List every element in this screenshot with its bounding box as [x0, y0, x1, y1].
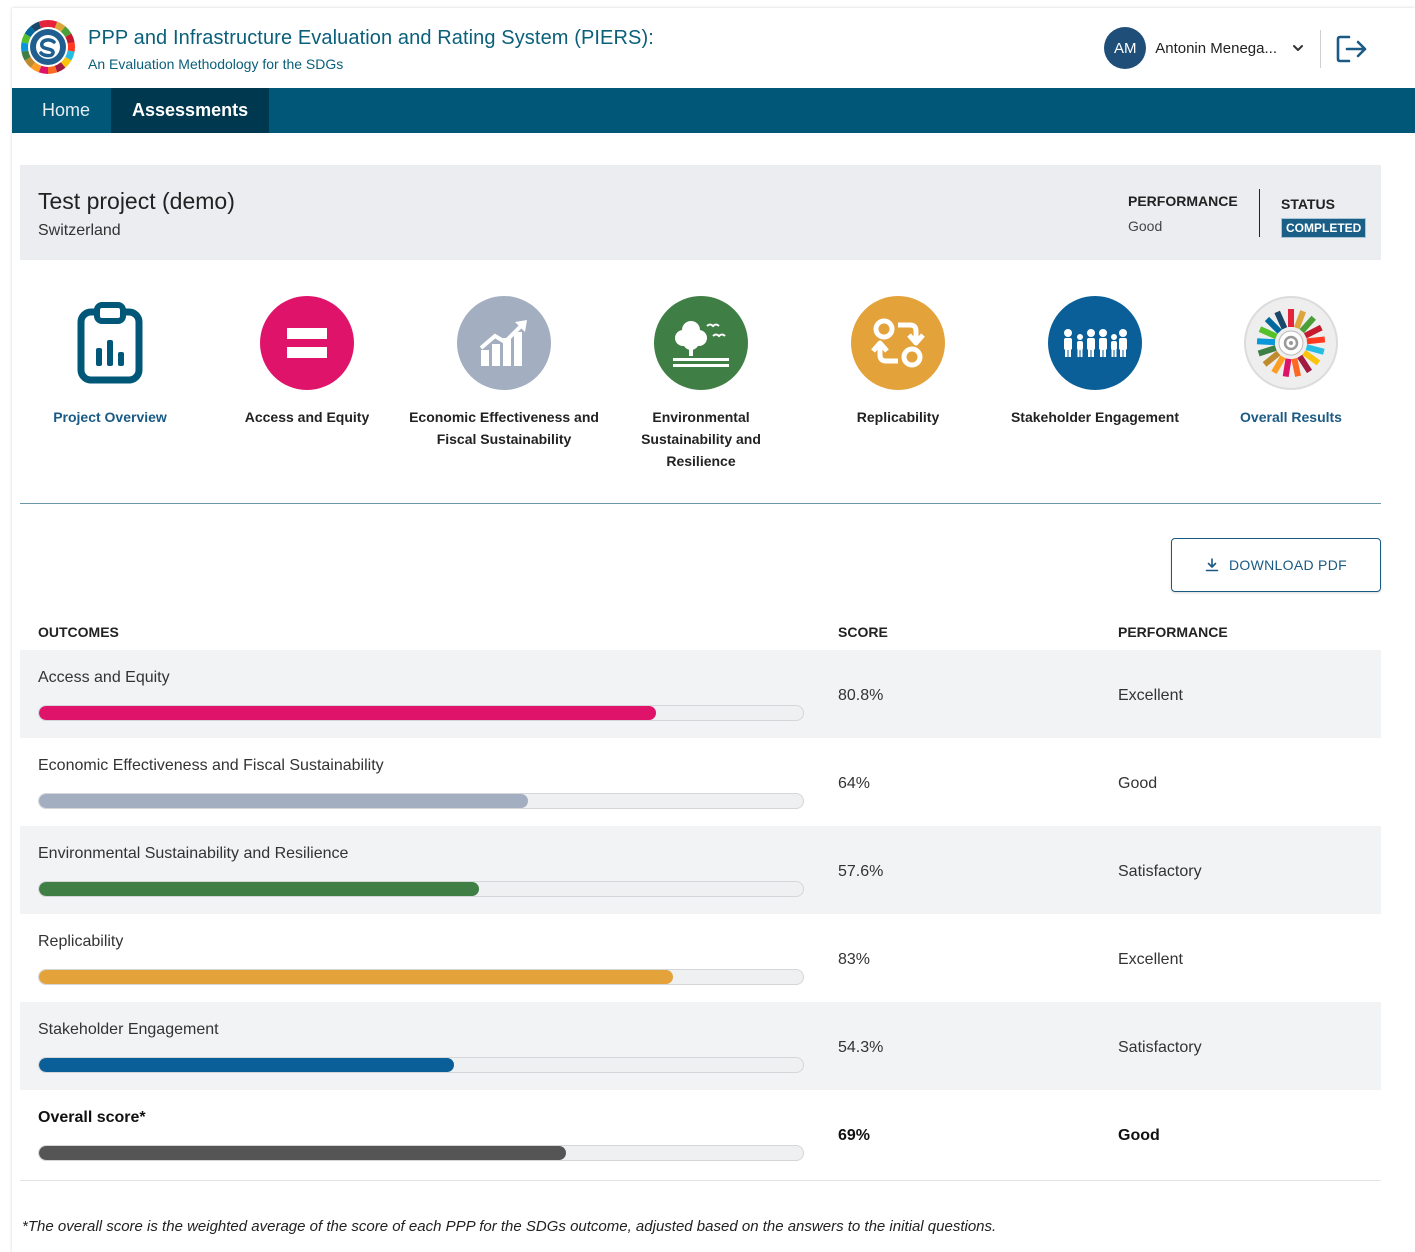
outcome-performance: Satisfactory [1118, 1039, 1202, 1056]
replicate-arrows-icon[interactable] [851, 296, 945, 390]
project-banner: Test project (demo) Switzerland PERFORMA… [20, 165, 1381, 260]
banner-divider [1259, 189, 1260, 237]
app-subtitle: An Evaluation Methodology for the SDGs [88, 56, 344, 72]
nav-assessments[interactable]: Assessments [111, 88, 270, 133]
progress-track [38, 793, 804, 809]
performance-value: Good [1128, 218, 1163, 234]
category-label[interactable]: Environmental Sustainability and Resilie… [606, 406, 796, 472]
growth-chart-icon[interactable] [457, 296, 551, 390]
user-menu[interactable]: AM Antonin Menega... [1104, 27, 1305, 69]
table-row: Stakeholder Engagement 54.3% Satisfactor… [20, 1002, 1381, 1090]
equal-sign-icon[interactable] [260, 296, 354, 390]
table-bottom-divider [20, 1180, 1381, 1181]
table-row: Economic Effectiveness and Fiscal Sustai… [20, 738, 1381, 826]
outcome-name: Stakeholder Engagement [38, 1021, 219, 1038]
piers-logo-icon[interactable] [20, 19, 76, 75]
logout-icon[interactable] [1335, 34, 1369, 64]
header-divider [1320, 30, 1321, 68]
progress-track [38, 1057, 804, 1073]
outcome-score: 80.8% [838, 687, 884, 704]
performance-label: PERFORMANCE [1128, 193, 1238, 209]
progress-track [38, 969, 804, 985]
download-label[interactable]: DOWNLOAD PDF [1229, 557, 1347, 573]
download-icon [1205, 558, 1219, 572]
outcome-name: Access and Equity [38, 669, 170, 686]
app-title: PPP and Infrastructure Evaluation and Ra… [88, 27, 654, 49]
outcome-score: 57.6% [838, 863, 884, 880]
performance-header: PERFORMANCE [1118, 624, 1228, 640]
people-group-icon[interactable] [1048, 296, 1142, 390]
sdg-wheel-icon[interactable] [1244, 296, 1338, 390]
download-pdf-button[interactable]: DOWNLOAD PDF [1171, 538, 1381, 592]
progress-fill [39, 882, 480, 896]
footnote: *The overall score is the weighted avera… [22, 1218, 997, 1235]
app-header: PPP and Infrastructure Evaluation and Ra… [12, 8, 1415, 88]
category-label[interactable]: Access and Equity [212, 406, 402, 428]
outcome-performance: Excellent [1118, 687, 1183, 704]
category-overall-results[interactable]: Overall Results [1196, 296, 1386, 428]
outcome-performance: Good [1118, 775, 1158, 792]
progress-fill [39, 794, 528, 808]
progress-track [38, 881, 804, 897]
outcomes-header: OUTCOMES [38, 624, 119, 640]
overall-performance: Good [1118, 1127, 1160, 1144]
avatar[interactable]: AM [1104, 27, 1147, 69]
category-economic[interactable]: Economic Effectiveness and Fiscal Sustai… [409, 296, 599, 450]
tree-birds-icon[interactable] [654, 296, 748, 390]
score-header: SCORE [838, 624, 888, 640]
outcome-score: 64% [838, 775, 871, 792]
chevron-down-icon[interactable] [1291, 41, 1305, 55]
overall-score-label: Overall score* [38, 1109, 146, 1126]
outcome-performance: Satisfactory [1118, 863, 1202, 880]
section-divider [20, 503, 1381, 504]
outcome-name: Environmental Sustainability and Resilie… [38, 845, 349, 862]
progress-fill [39, 970, 674, 984]
outcome-name: Replicability [38, 933, 124, 950]
table-row: Environmental Sustainability and Resilie… [20, 826, 1381, 914]
table-row: Access and Equity 80.8% Excellent [20, 650, 1381, 738]
outcome-score: 54.3% [838, 1039, 884, 1056]
clipboard-chart-icon[interactable] [63, 296, 157, 390]
project-country: Switzerland [38, 222, 121, 239]
table-row: Replicability 83% Excellent [20, 914, 1381, 1002]
progress-track [38, 705, 804, 721]
progress-fill [39, 1146, 567, 1160]
status-label: STATUS [1281, 196, 1335, 212]
progress-fill [39, 1058, 454, 1072]
nav-home[interactable]: Home [12, 88, 111, 133]
overall-score-value: 69% [838, 1127, 871, 1144]
outcome-name: Economic Effectiveness and Fiscal Sustai… [38, 757, 384, 774]
progress-track [38, 1145, 804, 1161]
category-environmental[interactable]: Environmental Sustainability and Resilie… [606, 296, 796, 472]
outcome-performance: Excellent [1118, 951, 1183, 968]
category-replicability[interactable]: Replicability [803, 296, 993, 428]
category-access-equity[interactable]: Access and Equity [212, 296, 402, 428]
main-nav: Home Assessments [12, 88, 1415, 133]
category-label[interactable]: Stakeholder Engagement [1000, 406, 1190, 428]
project-name: Test project (demo) [38, 188, 235, 214]
category-project-overview[interactable]: Project Overview [15, 296, 205, 428]
status-badge: COMPLETED [1281, 218, 1367, 238]
total-row: Overall score* 69% Good [20, 1090, 1381, 1178]
category-stakeholder[interactable]: Stakeholder Engagement [1000, 296, 1190, 428]
category-label[interactable]: Overall Results [1196, 406, 1386, 428]
category-label[interactable]: Replicability [803, 406, 993, 428]
progress-fill [39, 706, 657, 720]
category-label[interactable]: Economic Effectiveness and Fiscal Sustai… [409, 406, 599, 450]
outcome-score: 83% [838, 951, 871, 968]
category-label[interactable]: Project Overview [15, 406, 205, 428]
user-name[interactable]: Antonin Menega... [1155, 40, 1277, 57]
